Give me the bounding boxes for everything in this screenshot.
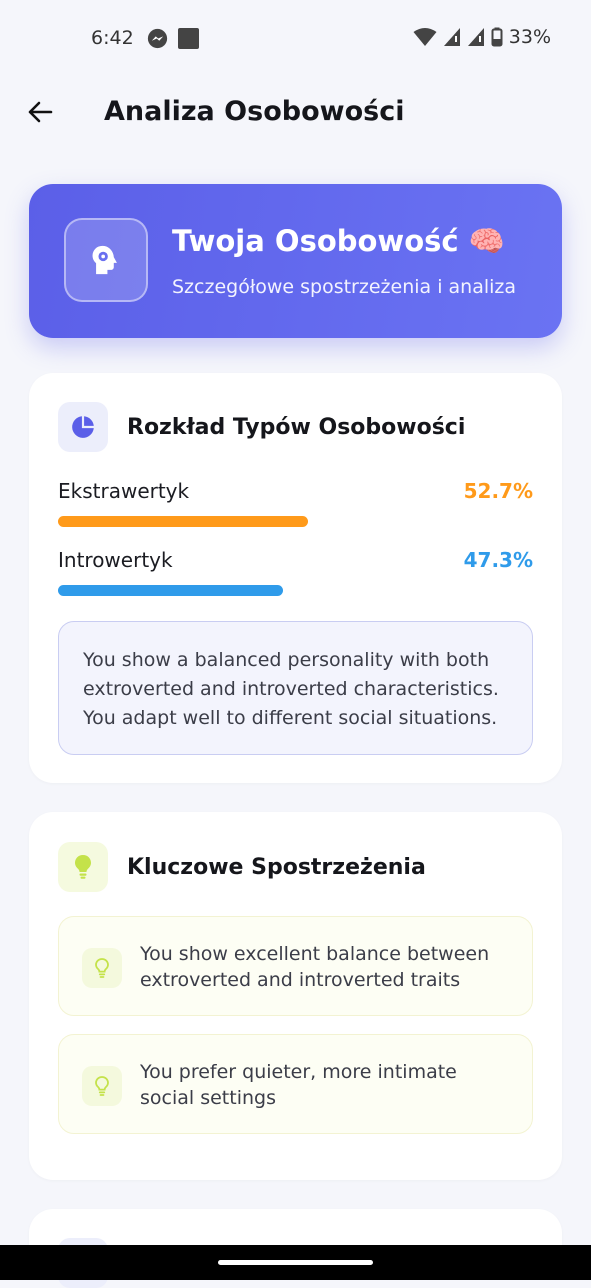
- arrow-left-icon: [28, 101, 53, 123]
- distribution-icon-box: [58, 402, 108, 452]
- messenger-icon: [147, 28, 168, 49]
- introvert-bar: [58, 585, 533, 596]
- insights-card: Kluczowe Spostrzeżenia You show excellen…: [29, 812, 562, 1180]
- trait-label-extrovert: Ekstrawertyk: [58, 479, 190, 503]
- page-title: Analiza Osobowości: [104, 96, 405, 127]
- trait-value-extrovert: 52.7%: [463, 479, 533, 503]
- wifi-icon: [413, 28, 437, 46]
- insights-icon-box: [58, 842, 108, 892]
- insight-icon-box: [82, 948, 122, 988]
- lightbulb-icon: [75, 855, 91, 879]
- hero-title: Twoja Osobowość 🧠: [172, 224, 505, 258]
- square-icon: [178, 28, 199, 49]
- lightbulb-outline-icon: [95, 1076, 109, 1096]
- hero-icon-box: [64, 218, 148, 302]
- insight-item: You show excellent balance between extro…: [58, 916, 533, 1016]
- battery-percent: 33%: [508, 26, 551, 48]
- pie-chart-icon: [72, 416, 94, 438]
- system-nav-bar: [0, 1245, 591, 1280]
- introvert-bar-fill: [58, 585, 283, 596]
- extrovert-bar: [58, 516, 533, 527]
- status-bar: 6:42 33%: [0, 0, 591, 78]
- home-gesture-handle[interactable]: [218, 1260, 373, 1265]
- app-bar: Analiza Osobowości: [0, 78, 591, 152]
- distribution-card: Rozkład Typów Osobowości Ekstrawertyk 52…: [29, 373, 562, 783]
- status-time: 6:42: [91, 27, 134, 49]
- signal-icon-2: [467, 28, 484, 46]
- insight-text: You prefer quieter, more intimate social…: [140, 1061, 457, 1109]
- trait-label-introvert: Introwertyk: [58, 548, 173, 572]
- balance-summary: You show a balanced personality with bot…: [58, 621, 533, 755]
- insights-title: Kluczowe Spostrzeżenia: [127, 855, 426, 880]
- signal-icon: [443, 28, 460, 46]
- distribution-title: Rozkład Typów Osobowości: [127, 415, 466, 440]
- lightbulb-outline-icon: [95, 958, 109, 978]
- extrovert-bar-fill: [58, 516, 309, 527]
- personality-hero-card: Twoja Osobowość 🧠 Szczegółowe spostrzeże…: [29, 184, 562, 338]
- back-button[interactable]: [20, 92, 60, 132]
- hero-subtitle: Szczegółowe spostrzeżenia i analiza: [172, 276, 517, 298]
- battery-icon: [491, 27, 503, 47]
- insight-item: You prefer quieter, more intimate social…: [58, 1034, 533, 1134]
- insight-text: You show excellent balance between extro…: [140, 943, 490, 991]
- trait-value-introvert: 47.3%: [463, 548, 533, 572]
- insight-icon-box: [82, 1066, 122, 1106]
- status-right: 33%: [413, 26, 551, 48]
- head-gear-icon: [92, 245, 117, 275]
